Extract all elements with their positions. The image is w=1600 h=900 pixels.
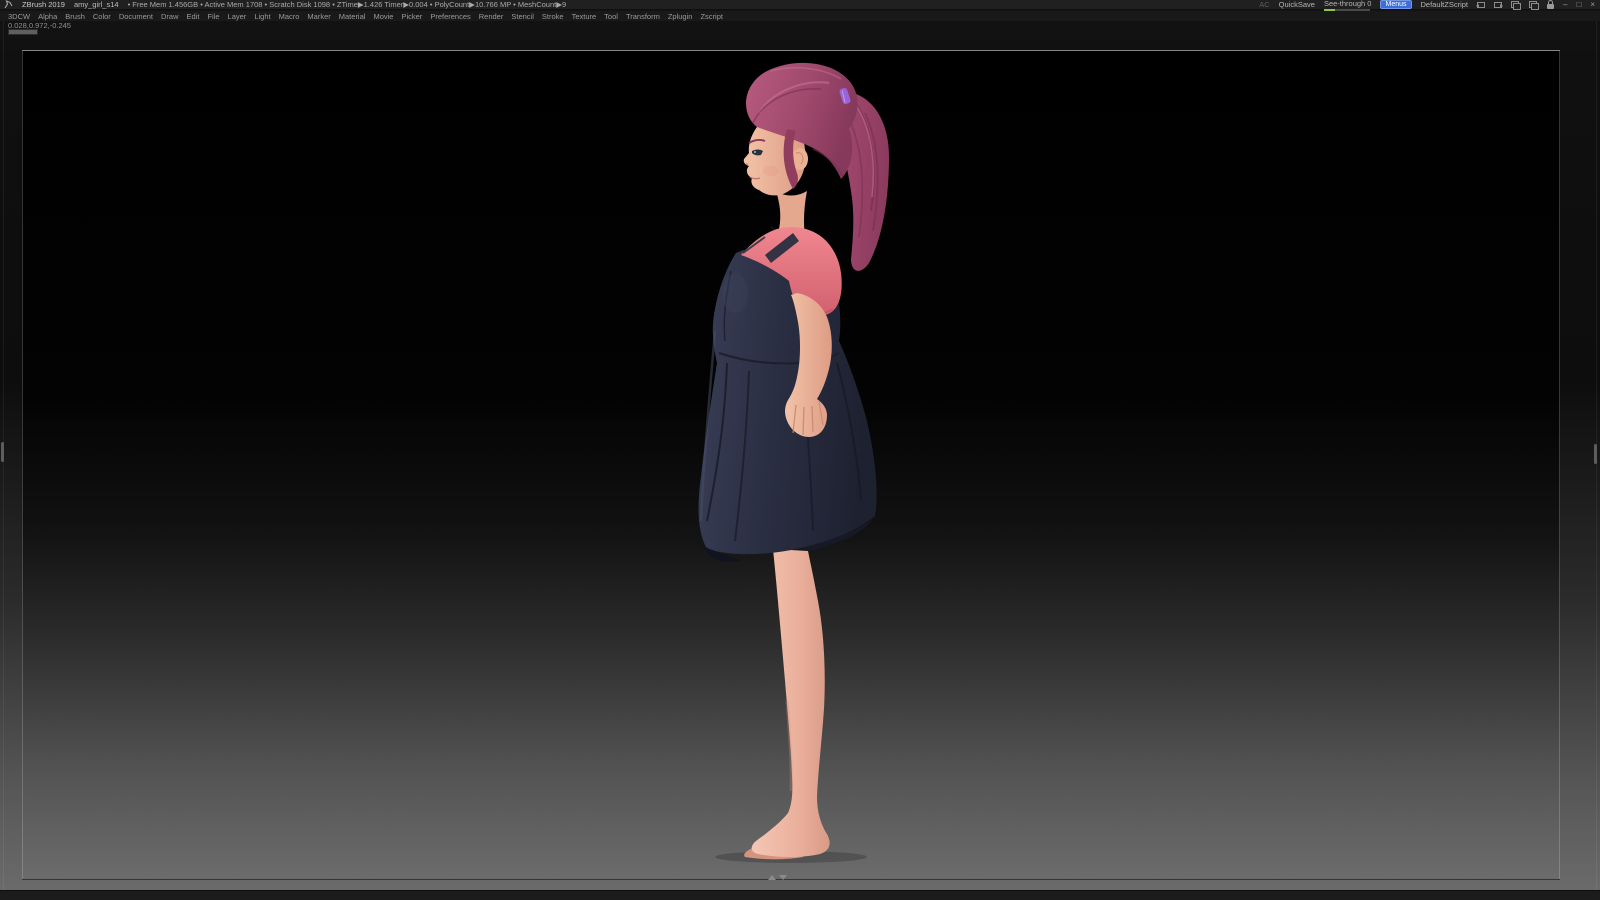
menu-item-macro[interactable]: Macro xyxy=(279,12,300,21)
activity-progress-bar xyxy=(8,29,38,35)
menu-item-zscript[interactable]: Zscript xyxy=(700,12,723,21)
menu-item-file[interactable]: File xyxy=(207,12,219,21)
bottom-tray-grip[interactable] xyxy=(768,875,787,880)
menu-item-edit[interactable]: Edit xyxy=(187,12,200,21)
menu-item-preferences[interactable]: Preferences xyxy=(430,12,470,21)
document-title: amy_girl_s14 xyxy=(73,0,119,9)
menu-item-document[interactable]: Document xyxy=(119,12,153,21)
menu-item-alpha[interactable]: Alpha xyxy=(38,12,57,21)
copy-ui-icon[interactable] xyxy=(1511,1,1522,10)
menu-item-picker[interactable]: Picker xyxy=(401,12,422,21)
menu-item-stencil[interactable]: Stencil xyxy=(511,12,534,21)
menu-item-material[interactable]: Material xyxy=(339,12,366,21)
menu-item-zplugin[interactable]: Zplugin xyxy=(668,12,693,21)
paste-ui-icon[interactable] xyxy=(1529,1,1540,10)
menu-item-stroke[interactable]: Stroke xyxy=(542,12,564,21)
document-canvas[interactable] xyxy=(22,50,1560,880)
layout-prev-icon[interactable] xyxy=(1476,1,1486,8)
ac-indicator: AC xyxy=(1259,0,1270,9)
zbrush-window: ZBrush 2019 amy_girl_s14 • Free Mem 1.45… xyxy=(0,0,1600,900)
menu-item-3dcw[interactable]: 3DCW xyxy=(8,12,30,21)
sculpt-model-amy-girl xyxy=(698,62,889,863)
menu-item-marker[interactable]: Marker xyxy=(307,12,330,21)
menu-item-texture[interactable]: Texture xyxy=(572,12,597,21)
menu-item-movie[interactable]: Movie xyxy=(373,12,393,21)
default-zscript-button[interactable]: DefaultZScript xyxy=(1421,0,1469,9)
menu-bar: 3DCW Alpha Brush Color Document Draw Edit File L… xyxy=(0,11,1600,21)
menu-item-light[interactable]: Light xyxy=(254,12,270,21)
bottom-bar xyxy=(0,890,1600,900)
menu-item-render[interactable]: Render xyxy=(479,12,504,21)
grip-up-arrow-icon xyxy=(768,875,776,880)
menu-item-brush[interactable]: Brush xyxy=(65,12,85,21)
layout-next-icon[interactable] xyxy=(1494,1,1504,8)
menu-item-transform[interactable]: Transform xyxy=(626,12,660,21)
quicksave-button[interactable]: QuickSave xyxy=(1279,0,1315,9)
left-tray-grip[interactable] xyxy=(1,442,4,462)
menus-button[interactable]: Menus xyxy=(1380,0,1412,9)
restore-button[interactable]: □ xyxy=(1576,0,1581,9)
menu-item-draw[interactable]: Draw xyxy=(161,12,179,21)
menu-item-color[interactable]: Color xyxy=(93,12,111,21)
title-bar: ZBrush 2019 amy_girl_s14 • Free Mem 1.45… xyxy=(0,0,1600,11)
minimize-button[interactable]: – xyxy=(1563,0,1567,9)
right-tray-grip[interactable] xyxy=(1594,444,1597,464)
close-button[interactable]: × xyxy=(1590,0,1595,9)
menu-item-layer[interactable]: Layer xyxy=(228,12,247,21)
see-through-slider[interactable]: See-through 0 xyxy=(1323,0,1372,11)
menu-item-tool[interactable]: Tool xyxy=(604,12,618,21)
grip-down-arrow-icon xyxy=(779,875,787,880)
zbrush-logo-icon xyxy=(4,0,13,9)
see-through-label: See-through 0 xyxy=(1323,0,1372,8)
memory-stats: • Free Mem 1.456GB • Active Mem 1708 • S… xyxy=(127,0,567,9)
lock-icon[interactable] xyxy=(1547,0,1555,9)
app-title: ZBrush 2019 xyxy=(22,0,65,9)
